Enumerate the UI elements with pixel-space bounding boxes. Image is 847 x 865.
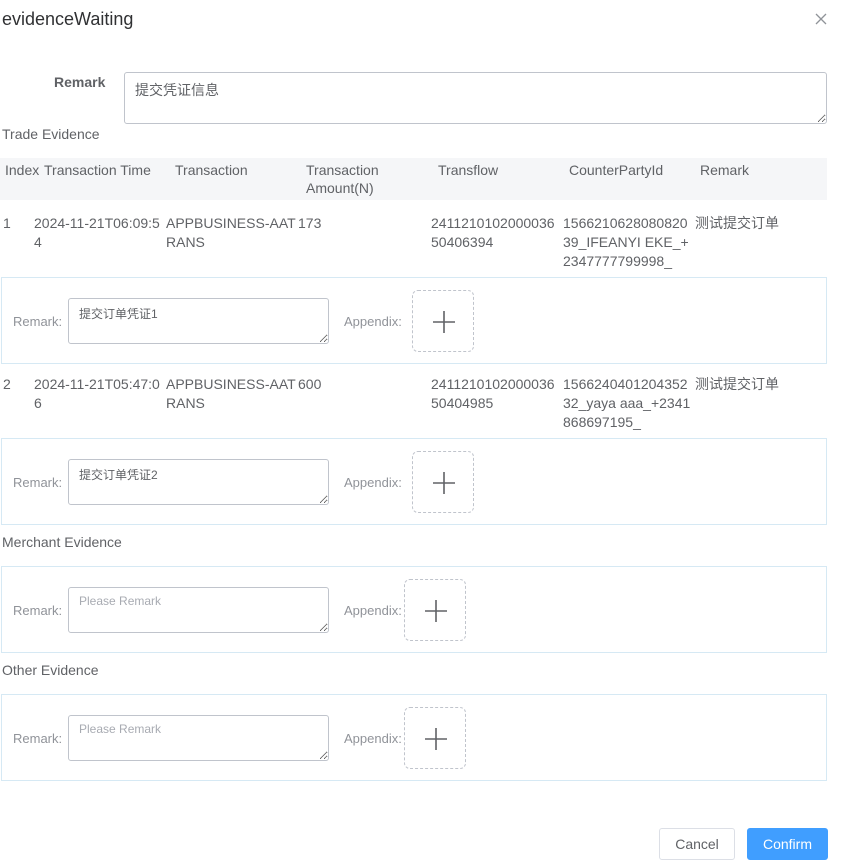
row-index: 2 — [3, 376, 11, 392]
row-transaction-time: 2024-11-21T05:47:06 — [34, 376, 160, 411]
row-remark: 测试提交订单 — [695, 215, 779, 231]
evidence-remark-label: Remark: — [13, 731, 63, 746]
column-header-counterparty-id: CounterPartyId — [569, 162, 664, 178]
row-amount: 173 — [298, 215, 322, 231]
column-header-transaction-amount: Transaction Amount(N) — [306, 162, 379, 196]
plus-icon — [425, 728, 447, 750]
table-row: 2 2024-11-21T05:47:06 APPBUSINESS-AATRAN… — [0, 372, 827, 446]
evidence-remark-label: Remark: — [13, 603, 63, 618]
confirm-button[interactable]: Confirm — [747, 828, 828, 860]
plus-icon — [433, 311, 455, 333]
upload-appendix-button[interactable] — [404, 707, 466, 769]
other-evidence-form: Remark: Appendix: — [1, 694, 827, 781]
other-remark-input[interactable] — [68, 715, 329, 761]
upload-appendix-button[interactable] — [404, 579, 466, 641]
row-transaction-time: 2024-11-21T06:09:54 — [34, 215, 160, 250]
column-header-transflow: Transflow — [438, 162, 499, 178]
row-transaction: APPBUSINESS-AATRANS — [166, 215, 296, 250]
row-counterparty-id: 156621062808082039_IFEANYI EKE_+23477777… — [563, 215, 689, 269]
row-amount: 600 — [298, 376, 322, 392]
row-index: 1 — [3, 215, 11, 231]
row-remark: 测试提交订单 — [695, 376, 779, 392]
evidence-remark-label: Remark: — [13, 314, 63, 329]
trade-evidence-title: Trade Evidence — [2, 126, 100, 142]
column-header-transaction: Transaction — [175, 162, 248, 178]
column-header-remark: Remark — [700, 162, 750, 178]
table-row: 1 2024-11-21T06:09:54 APPBUSINESS-AATRAN… — [0, 211, 827, 285]
close-icon[interactable] — [813, 11, 829, 27]
table-header: Index Transaction Time Transaction Trans… — [0, 158, 827, 200]
evidence-remark-input[interactable]: 提交订单凭证1 — [68, 298, 329, 344]
row-transaction: APPBUSINESS-AATRANS — [166, 376, 296, 411]
column-header-transaction-time: Transaction Time — [44, 162, 151, 178]
evidence-remark-input[interactable]: 提交订单凭证2 — [68, 459, 329, 505]
trade-evidence-form-1: Remark: 提交订单凭证1 Appendix: — [1, 277, 827, 364]
dialog-title: evidenceWaiting — [2, 9, 134, 29]
upload-appendix-button[interactable] — [412, 290, 474, 352]
row-transflow: 241121010200003650406394 — [431, 215, 555, 250]
merchant-evidence-title: Merchant Evidence — [2, 534, 122, 550]
row-counterparty-id: 156624040120435232_yaya aaa_+23418686971… — [563, 376, 691, 430]
plus-icon — [425, 600, 447, 622]
plus-icon — [433, 472, 455, 494]
remark-input[interactable]: 提交凭证信息 — [124, 72, 827, 124]
appendix-label: Appendix: — [344, 475, 402, 490]
appendix-label: Appendix: — [344, 603, 402, 618]
merchant-remark-input[interactable] — [68, 587, 329, 633]
column-header-index: Index — [5, 162, 40, 178]
other-evidence-title: Other Evidence — [2, 662, 99, 678]
upload-appendix-button[interactable] — [412, 451, 474, 513]
remark-label: Remark — [54, 74, 106, 90]
cancel-button[interactable]: Cancel — [659, 828, 735, 860]
row-transflow: 241121010200003650404985 — [431, 376, 555, 411]
merchant-evidence-form: Remark: Appendix: — [1, 566, 827, 653]
appendix-label: Appendix: — [344, 314, 402, 329]
evidence-remark-label: Remark: — [13, 475, 63, 490]
appendix-label: Appendix: — [344, 731, 402, 746]
trade-evidence-form-2: Remark: 提交订单凭证2 Appendix: — [1, 438, 827, 525]
